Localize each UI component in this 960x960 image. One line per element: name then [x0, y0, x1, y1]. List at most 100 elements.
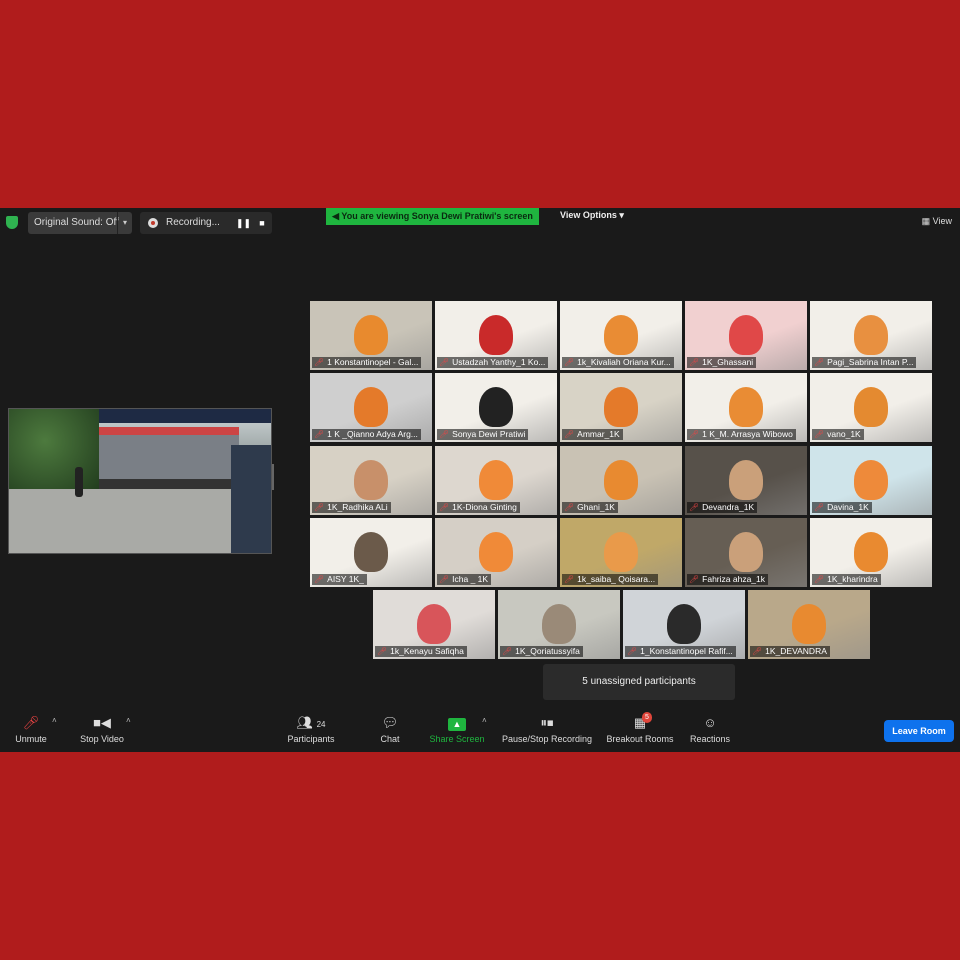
participant-tile[interactable]: 🎤︎ 1k_Kivaliah Oriana Kur... [560, 301, 682, 370]
participant-name: 1k_Kenayu Safiqha [390, 646, 464, 656]
participant-tile[interactable]: 🎤︎ 1K_DEVANDRA [748, 590, 870, 659]
participant-name: 1K_DEVANDRA [765, 646, 827, 656]
stop-video-button[interactable]: ■◀ Stop Video [76, 714, 128, 744]
participant-tile[interactable]: 🎤︎ Fahriza ahza_1k [685, 518, 807, 587]
participant-tile[interactable]: 🎤︎ Ghani_1K [560, 446, 682, 515]
participant-tile[interactable]: 🎤︎ Ammar_1K [560, 373, 682, 442]
leave-room-button[interactable]: Leave Room [884, 720, 954, 742]
participant-figure [854, 315, 888, 355]
muted-mic-icon: 🎤︎ [439, 575, 450, 584]
muted-mic-icon: 🎤︎ [377, 647, 388, 656]
muted-mic-icon: 🎤︎ [814, 503, 825, 512]
participant-name: 1K-Diona Ginting [452, 502, 517, 512]
participant-tile[interactable]: 🎤︎ 1K_Qoriatussyifa [498, 590, 620, 659]
participant-tile[interactable]: 🎤︎ 1K_Radhika ALi [310, 446, 432, 515]
participant-name-label: 🎤︎ AISY 1K_ [312, 574, 367, 585]
participants-button[interactable]: 👥︎ 24 Participants [284, 714, 338, 744]
participant-tile[interactable]: 🎤︎ 1k_saiba_ Qoisara... [560, 518, 682, 587]
chevron-down-icon[interactable]: ▾ [117, 212, 132, 234]
participant-tile[interactable]: 🎤︎ Sonya Dewi Pratiwi [435, 373, 557, 442]
participant-name: 1 Konstantinopel - Gal... [327, 357, 419, 367]
shared-screen-trees [9, 409, 99, 489]
viewing-banner-text: You are viewing Sonya Dewi Pratiwi's scr… [341, 211, 533, 221]
muted-mic-icon: 🎤︎ [689, 575, 700, 584]
split-handle[interactable] [272, 464, 274, 490]
chevron-down-icon: ▾ [619, 210, 624, 220]
recording-icon [148, 218, 158, 228]
participant-name: Fahriza ahza_1k [702, 574, 765, 584]
chevron-up-icon[interactable]: ˄ [52, 716, 57, 725]
muted-mic-icon: 🎤︎ [689, 358, 700, 367]
unmute-label: Unmute [15, 734, 47, 744]
chat-label: Chat [380, 734, 400, 744]
breakout-rooms-button[interactable]: ▦ 5 Breakout Rooms [604, 712, 676, 744]
participant-name: Sonya Dewi Pratiwi [452, 429, 526, 439]
chevron-up-icon[interactable]: ˄ [126, 716, 131, 725]
participant-figure [479, 387, 513, 427]
stop-recording-icon[interactable]: ■ [256, 217, 268, 229]
reactions-button[interactable]: ☺︎ Reactions [688, 714, 732, 744]
participant-tile[interactable]: 🎤︎ 1K-Diona Ginting [435, 446, 557, 515]
grid-icon: ▦ [921, 216, 933, 226]
participant-tile[interactable]: 🎤︎ Devandra_1K [685, 446, 807, 515]
participant-tile[interactable]: 🎤︎ 1 Konstantinopel - Gal... [310, 301, 432, 370]
participants-icon-wrap: 👥︎ 24 [284, 714, 338, 732]
participant-tile[interactable]: 🎤︎ Pagi_Sabrina Intan P... [810, 301, 932, 370]
pause-stop-recording-button[interactable]: ⏸︎⏹︎ Pause/Stop Recording [500, 714, 594, 744]
speaker-icon: ◀ [332, 211, 342, 221]
shared-screen[interactable] [8, 408, 272, 554]
participant-name: 1K_kharindra [827, 574, 878, 584]
participant-name-label: 🎤︎ 1K_kharindra [812, 574, 881, 585]
breakout-icon-wrap: ▦ 5 [620, 712, 660, 732]
chat-bubble-icon: 💬︎ [381, 715, 399, 730]
participant-tile[interactable]: 🎤︎ 1 K _Qianno Adya Arg... [310, 373, 432, 442]
participant-name-label: 🎤︎ Davina_1K [812, 502, 872, 513]
muted-mic-icon: 🎤︎ [752, 647, 763, 656]
participant-figure [604, 315, 638, 355]
original-sound-button[interactable]: Original Sound: Off ▾ [28, 212, 132, 234]
participant-tile[interactable]: 🎤︎ 1_Konstantinopel Rafif... [623, 590, 745, 659]
zoom-window: Original Sound: Off ▾ Recording... ❚❚ ■ … [0, 208, 960, 752]
participant-tile[interactable]: 🎤︎ Icha _ 1K [435, 518, 557, 587]
participant-name-label: 🎤︎ Icha _ 1K [437, 574, 492, 585]
participant-figure [729, 460, 763, 500]
participant-figure [604, 460, 638, 500]
chevron-up-icon[interactable]: ˄ [482, 716, 487, 725]
participant-tile[interactable]: 🎤︎ 1 K_M. Arrasya Wibowo [685, 373, 807, 442]
participant-name-label: 🎤︎ 1k_saiba_ Qoisara... [562, 574, 659, 585]
recording-label: Recording... [166, 217, 220, 228]
participant-tile[interactable]: 🎤︎ Davina_1K [810, 446, 932, 515]
muted-mic-icon: 🎤︎ [564, 575, 575, 584]
participant-name-label: 🎤︎ 1 K _Qianno Adya Arg... [312, 429, 421, 440]
participant-name: 1K_Qoriatussyifa [515, 646, 580, 656]
view-options-button[interactable]: View Options ▾ [560, 210, 624, 221]
share-screen-button[interactable]: ▲ Share Screen [428, 714, 486, 744]
participant-name-label: 🎤︎ 1_Konstantinopel Rafif... [625, 646, 736, 657]
unmute-button[interactable]: 🎤︎ Unmute [12, 714, 50, 744]
participant-name-label: 🎤︎ 1K_Qoriatussyifa [500, 646, 583, 657]
participant-figure [667, 604, 701, 644]
participant-tile[interactable]: 🎤︎ 1K_Ghassani [685, 301, 807, 370]
participant-name-label: 🎤︎ 1K_DEVANDRA [750, 646, 830, 657]
participant-name-label: 🎤︎ Sonya Dewi Pratiwi [437, 429, 529, 440]
muted-mic-icon: 🎤︎ [627, 647, 638, 656]
participant-tile[interactable]: 🎤︎ vano_1K [810, 373, 932, 442]
view-button[interactable]: ▦ View [922, 216, 952, 227]
participant-tile[interactable]: 🎤︎ 1k_Kenayu Safiqha [373, 590, 495, 659]
participant-tile[interactable]: 🎤︎ Ustadzah Yanthy_1 Ko... [435, 301, 557, 370]
participant-tile[interactable]: 🎤︎ 1K_kharindra [810, 518, 932, 587]
muted-mic-icon: 🎤︎ [564, 358, 575, 367]
participant-name-label: 🎤︎ 1K_Radhika ALi [312, 502, 391, 513]
video-camera-icon: ■◀ [93, 715, 111, 730]
pause-recording-icon[interactable]: ❚❚ [236, 217, 251, 229]
muted-mic-icon: 🎤︎ [689, 503, 700, 512]
recording-indicator: Recording... ❚❚ ■ [140, 212, 272, 234]
participant-name-label: 🎤︎ Pagi_Sabrina Intan P... [812, 357, 917, 368]
reactions-label: Reactions [689, 734, 731, 744]
security-shield-icon[interactable] [6, 216, 18, 229]
participant-figure [542, 604, 576, 644]
participant-tile[interactable]: 🎤︎ AISY 1K_ [310, 518, 432, 587]
chat-button[interactable]: 💬︎ Chat [376, 714, 404, 744]
participant-name-label: 🎤︎ vano_1K [812, 429, 864, 440]
participant-figure [729, 315, 763, 355]
